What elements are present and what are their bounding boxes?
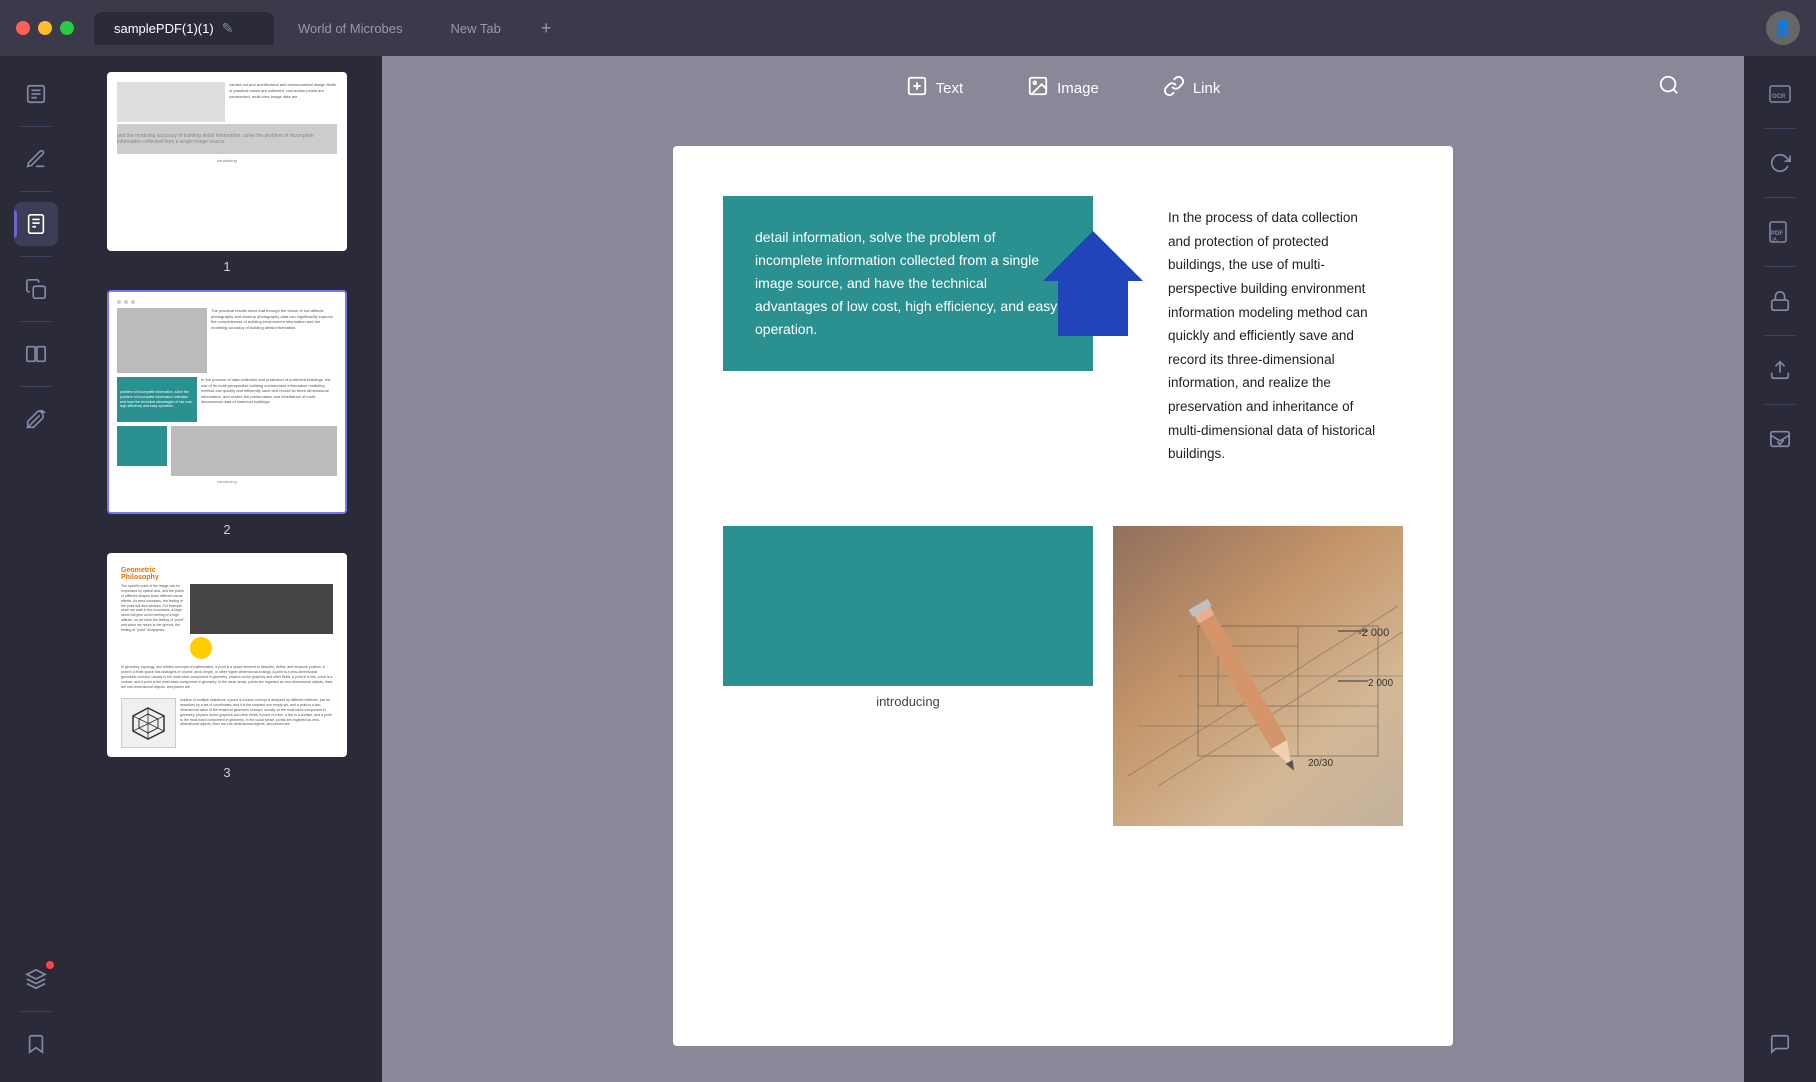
svg-text:-2 000: -2 000 — [1358, 627, 1389, 639]
text-tool-button[interactable]: Text — [890, 67, 980, 110]
link-tool-button[interactable]: Link — [1147, 67, 1237, 110]
left-sidebar — [0, 56, 72, 1082]
tab-newtab[interactable]: New Tab — [427, 13, 525, 44]
sidebar-icon-compare[interactable] — [14, 332, 58, 376]
content-toolbar: Text Image — [382, 56, 1744, 120]
blueprint-image: -2 000 2 000 20/30 — [1113, 526, 1403, 826]
pdf-page: detail information, solve the problem of… — [673, 146, 1453, 1046]
share-button[interactable] — [1758, 348, 1802, 392]
thumb-label-2: 2 — [223, 522, 230, 537]
right-divider-4 — [1765, 335, 1795, 336]
active-tab[interactable]: samplePDF(1)(1) ✎ — [94, 12, 274, 45]
sidebar-divider-3 — [21, 256, 51, 257]
sidebar-divider-4 — [21, 321, 51, 322]
lock-button[interactable] — [1758, 279, 1802, 323]
right-text: In the process of data collection and pr… — [1168, 210, 1375, 461]
text-icon — [906, 75, 928, 102]
active-tab-label: samplePDF(1)(1) — [114, 21, 214, 36]
sidebar-icon-reader[interactable] — [14, 72, 58, 116]
thumbnail-frame-3[interactable]: GeometricPhilosophy The specific point o… — [107, 553, 347, 757]
new-tab-button[interactable]: + — [525, 10, 568, 47]
mail-button[interactable] — [1758, 417, 1802, 461]
image-tool-label: Image — [1057, 80, 1099, 97]
rotate-button[interactable] — [1758, 141, 1802, 185]
image-tool-button[interactable]: Image — [1011, 67, 1115, 110]
right-divider-2 — [1765, 197, 1795, 198]
traffic-lights — [16, 21, 74, 35]
thumb-label-1: 1 — [223, 259, 230, 274]
thumbnail-item-3[interactable]: GeometricPhilosophy The specific point o… — [88, 553, 366, 780]
sidebar-icon-copy[interactable] — [14, 267, 58, 311]
text-tool-label: Text — [936, 80, 964, 97]
maximize-button[interactable] — [60, 21, 74, 35]
sidebar-icon-brush[interactable] — [14, 397, 58, 441]
bottom-teal-block — [723, 526, 1093, 686]
link-icon — [1163, 75, 1185, 102]
close-button[interactable] — [16, 21, 30, 35]
image-icon — [1027, 75, 1049, 102]
teal-box-text: detail information, solve the problem of… — [755, 229, 1057, 337]
pdfa-button[interactable]: PDF /A — [1758, 210, 1802, 254]
svg-text:20/30: 20/30 — [1308, 758, 1333, 769]
right-divider-5 — [1765, 404, 1795, 405]
svg-text:2 000: 2 000 — [1368, 678, 1393, 689]
search-button[interactable] — [1658, 74, 1680, 102]
tab-microbes[interactable]: World of Microbes — [274, 13, 427, 44]
sidebar-icon-bookmark[interactable] — [14, 1022, 58, 1066]
svg-text:OCR: OCR — [1772, 94, 1786, 100]
svg-text:/A: /A — [1772, 237, 1777, 243]
edit-icon[interactable]: ✎ — [222, 20, 234, 37]
title-bar: samplePDF(1)(1) ✎ World of Microbes New … — [0, 0, 1816, 56]
main-area: carried out and architectural and enviro… — [0, 56, 1816, 1082]
notification-badge — [46, 961, 54, 969]
ocr-button[interactable]: OCR — [1758, 72, 1802, 116]
right-divider-1 — [1765, 128, 1795, 129]
right-divider-3 — [1765, 266, 1795, 267]
thumbnail-item-2[interactable]: The practical results show that through … — [88, 290, 366, 537]
active-indicator — [14, 210, 17, 238]
thumb2-content: The practical results show that through … — [109, 292, 345, 512]
sidebar-icon-annotate[interactable] — [14, 137, 58, 181]
sidebar-divider-5 — [21, 386, 51, 387]
sidebar-icon-layers[interactable] — [14, 957, 58, 1001]
blue-arrow-element — [1038, 226, 1148, 353]
sidebar-icon-pages[interactable] — [14, 202, 58, 246]
comment-button[interactable] — [1758, 1022, 1802, 1066]
thumb1-content: carried out and architectural and enviro… — [109, 74, 345, 249]
sidebar-divider-2 — [21, 191, 51, 192]
user-avatar[interactable]: 👤 — [1766, 11, 1800, 45]
minimize-button[interactable] — [38, 21, 52, 35]
thumbnail-frame-2[interactable]: The practical results show that through … — [107, 290, 347, 514]
sidebar-divider-6 — [21, 1011, 51, 1012]
page2-content: detail information, solve the problem of… — [673, 146, 1453, 846]
thumbnail-item-1[interactable]: carried out and architectural and enviro… — [88, 72, 366, 274]
thumbnail-panel[interactable]: carried out and architectural and enviro… — [72, 56, 382, 1082]
thumbnail-frame-1[interactable]: carried out and architectural and enviro… — [107, 72, 347, 251]
sidebar-divider-1 — [21, 126, 51, 127]
thumb-label-3: 3 — [223, 765, 230, 780]
right-sidebar: OCR PDF /A — [1744, 56, 1816, 1082]
introducing-label: introducing — [723, 686, 1093, 717]
pdf-content-area[interactable]: Text Image — [382, 56, 1744, 1082]
link-tool-label: Link — [1193, 80, 1221, 97]
thumb3-content: GeometricPhilosophy The specific point o… — [109, 555, 345, 755]
